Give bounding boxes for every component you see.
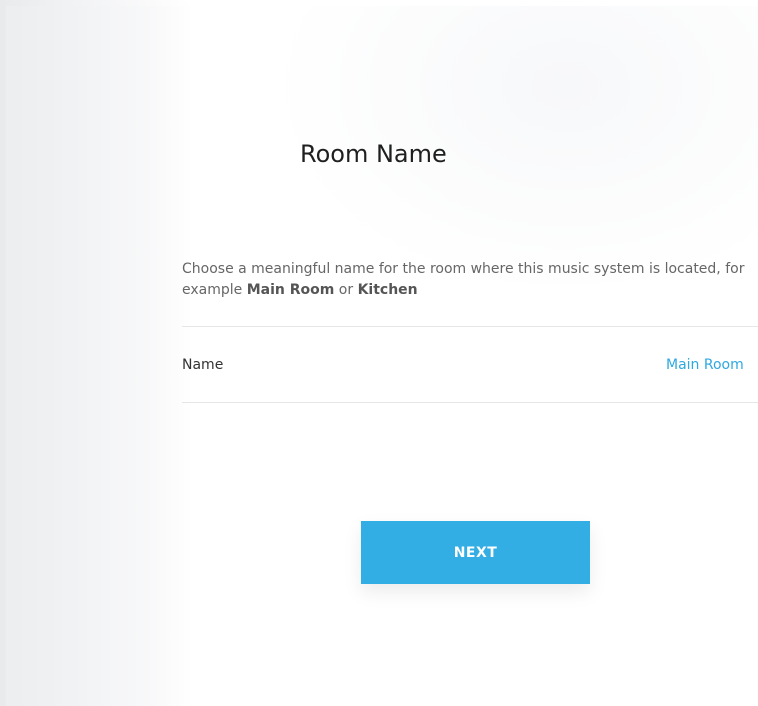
room-name-description: Choose a meaningful name for the room wh… — [182, 259, 758, 301]
example-kitchen: Kitchen — [357, 282, 418, 298]
room-name-value[interactable]: Main Room — [666, 357, 744, 373]
example-main-room: Main Room — [246, 282, 335, 298]
app-window: Room Name Choose a meaningful name for t… — [0, 0, 758, 706]
room-name-row[interactable]: Name Main Room — [182, 327, 758, 402]
name-label: Name — [182, 357, 224, 373]
name-row-bottom-divider — [182, 402, 758, 403]
next-button[interactable]: NEXT — [361, 521, 590, 584]
page-title: Room Name — [300, 140, 447, 168]
description-separator: or — [334, 282, 358, 298]
